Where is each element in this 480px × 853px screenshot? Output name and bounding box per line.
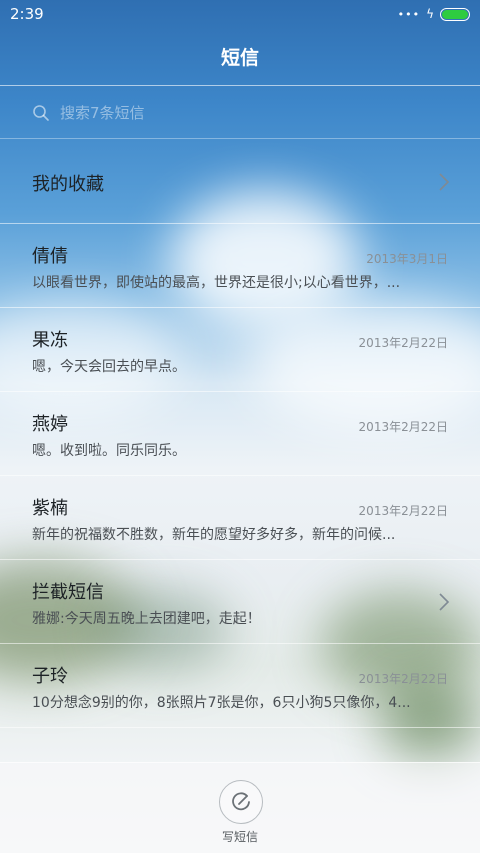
- conversation-row[interactable]: 燕婷 2013年2月22日 嗯。收到啦。同乐同乐。: [0, 392, 480, 476]
- signal-dots-icon: •••: [397, 7, 421, 21]
- search-bar[interactable]: [0, 87, 480, 139]
- contact-name: 紫楠: [32, 498, 68, 519]
- compose-button[interactable]: [219, 780, 263, 824]
- message-snippet: 以眼看世界，即使站的最高，世界还是很小;以心看世界，...: [32, 275, 401, 291]
- message-snippet: 雅娜:今天周五晚上去团建吧，走起！: [32, 611, 261, 627]
- page-title: 短信: [0, 28, 480, 86]
- contact-name: 倩倩: [32, 246, 68, 267]
- conversation-row[interactable]: 紫楠 2013年2月22日 新年的祝福数不胜数，新年的愿望好多好多，新年的问候.…: [0, 476, 480, 560]
- message-date: 2013年3月1日: [366, 252, 448, 266]
- message-snippet: 嗯，今天会回去的早点。: [32, 359, 186, 375]
- battery-icon: [440, 7, 470, 21]
- status-time: 2:39: [10, 5, 44, 23]
- message-snippet: 嗯。收到啦。同乐同乐。: [32, 443, 186, 459]
- message-snippet: 新年的祝福数不胜数，新年的愿望好多好多，新年的问候...: [32, 527, 396, 543]
- message-date: 2013年2月22日: [358, 420, 448, 434]
- conversation-row[interactable]: 倩倩 2013年3月1日 以眼看世界，即使站的最高，世界还是很小;以心看世界，.…: [0, 224, 480, 308]
- status-bar: 2:39 ••• ϟ: [0, 0, 480, 28]
- conversation-row[interactable]: 果冻 2013年2月22日 嗯，今天会回去的早点。: [0, 308, 480, 392]
- charging-icon: ϟ: [426, 7, 434, 21]
- bottom-action-bar: 写短信: [0, 762, 480, 853]
- search-icon: [33, 104, 49, 121]
- contact-name: 子玲: [32, 666, 68, 687]
- contact-name: 燕婷: [32, 414, 68, 435]
- message-snippet: 10分想念9别的你，8张照片7张是你，6只小狗5只像你，4...: [32, 695, 411, 711]
- chevron-right-icon: [439, 593, 450, 611]
- message-date: 2013年2月22日: [358, 672, 448, 686]
- status-icons: ••• ϟ: [398, 7, 470, 21]
- message-date: 2013年2月22日: [358, 336, 448, 350]
- blocked-messages-row[interactable]: 拦截短信 雅娜:今天周五晚上去团建吧，走起！: [0, 560, 480, 644]
- favorites-label: 我的收藏: [32, 174, 104, 195]
- message-date: 2013年2月22日: [358, 504, 448, 518]
- favorites-row[interactable]: 我的收藏: [0, 140, 480, 224]
- contact-name: 果冻: [32, 330, 68, 351]
- compose-icon: [232, 792, 250, 811]
- battery-level: [442, 9, 468, 19]
- search-input[interactable]: [60, 103, 440, 122]
- blocked-label: 拦截短信: [32, 582, 104, 603]
- chevron-right-icon: [439, 173, 450, 191]
- conversation-row[interactable]: 子玲 2013年2月22日 10分想念9别的你，8张照片7张是你，6只小狗5只像…: [0, 644, 480, 728]
- message-list: 我的收藏 倩倩 2013年3月1日 以眼看世界，即使站的最高，世界还是很小;以心…: [0, 140, 480, 728]
- compose-label: 写短信: [221, 830, 258, 844]
